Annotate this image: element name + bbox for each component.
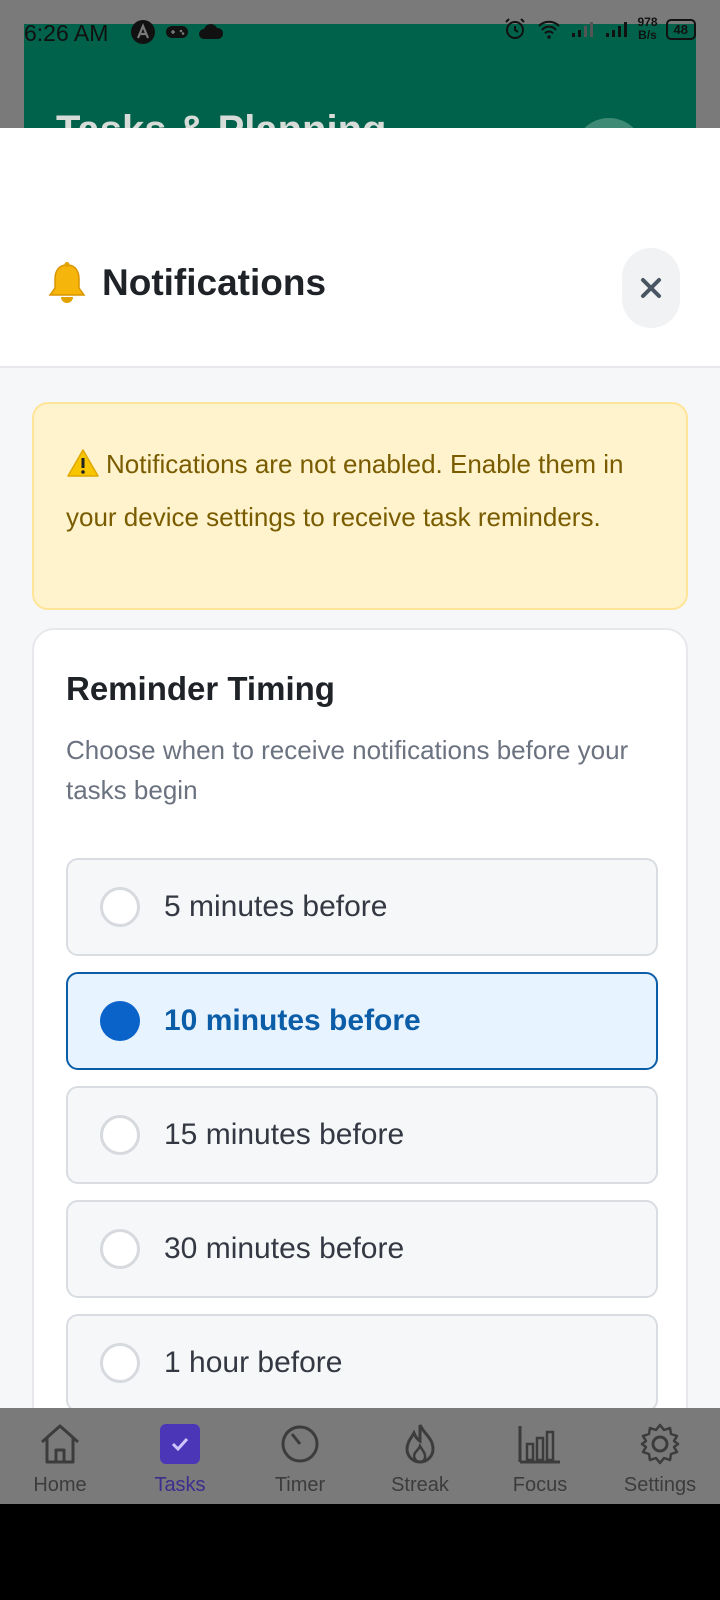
app-a-icon [130,19,156,45]
reminder-timing-title: Reminder Timing [66,670,335,707]
bar-chart-icon [516,1420,564,1468]
reminder-timing-description: Choose when to receive notifications bef… [66,735,629,805]
radio-unselected-icon [100,1343,140,1383]
warning-text: Notifications are not enabled. Enable th… [66,449,624,532]
close-icon [641,278,661,298]
reminder-option-30-minutes[interactable]: 30 minutes before [66,1200,658,1298]
option-label: 1 hour before [164,1346,343,1379]
radio-selected-icon [100,1001,140,1041]
nav-home[interactable]: Home [0,1408,120,1504]
reminder-timing-card: Reminder Timing Choose when to receive n… [32,628,688,1408]
flame-icon [396,1420,444,1468]
wifi-icon [536,16,562,42]
warning-icon [66,445,100,493]
option-label: 15 minutes before [164,1118,405,1151]
sheet-header: Notifications [0,128,720,368]
battery-indicator: 48 [665,18,696,40]
nav-focus[interactable]: Focus [480,1408,600,1504]
alarm-icon [502,16,528,42]
signal-icon-1 [570,16,596,42]
sheet-title: Notifications [102,262,327,303]
system-navigation-bar [0,1504,720,1600]
nav-timer[interactable]: Timer [240,1408,360,1504]
timer-icon [276,1420,324,1468]
bottom-nav: Home Tasks Timer Streak Focus Settings [0,1408,720,1504]
gear-icon [636,1420,684,1468]
net-speed: 978 B/s [637,15,658,42]
status-bar: 6:26 AM 978 B/s 48 [0,0,720,62]
nav-tasks[interactable]: Tasks [120,1408,240,1504]
reminder-option-1-hour[interactable]: 1 hour before [66,1314,658,1408]
bell-icon [42,258,92,308]
radio-unselected-icon [100,1115,140,1155]
signal-icon-2 [604,16,630,42]
option-label: 30 minutes before [164,1232,405,1265]
gamepad-icon [164,19,190,45]
radio-unselected-icon [100,1229,140,1269]
close-button[interactable] [622,248,680,328]
option-label: 5 minutes before [164,890,388,923]
reminder-option-15-minutes[interactable]: 15 minutes before [66,1086,658,1184]
notification-warning-banner: Notifications are not enabled. Enable th… [32,402,688,610]
radio-unselected-icon [100,887,140,927]
option-label: 10 minutes before [164,1004,421,1037]
nav-settings[interactable]: Settings [600,1408,720,1504]
nav-streak[interactable]: Streak [360,1408,480,1504]
notifications-sheet: Notifications Notifications are not enab… [0,128,720,1408]
checkbox-icon [156,1420,204,1468]
reminder-option-5-minutes[interactable]: 5 minutes before [66,858,658,956]
status-time: 6:26 AM [24,20,109,46]
home-icon [36,1420,84,1468]
cloud-icon [198,19,224,45]
reminder-option-10-minutes[interactable]: 10 minutes before [66,972,658,1070]
